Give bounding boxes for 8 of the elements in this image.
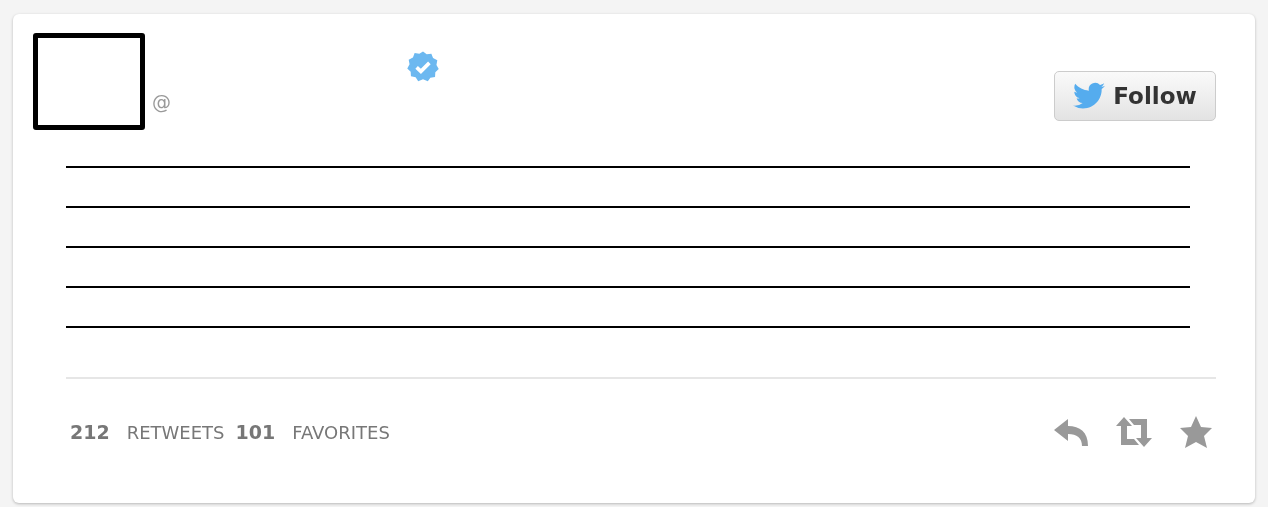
bird-icon — [1073, 82, 1106, 110]
retweet-icon[interactable] — [1114, 415, 1154, 449]
stat-label: FAVORITES — [292, 421, 390, 443]
stat-label: RETWEETS — [126, 421, 225, 443]
stat-count: 101 — [235, 421, 276, 443]
follow-button[interactable]: Follow — [1054, 71, 1216, 121]
user-handle: @ — [152, 91, 171, 113]
stat-count: 212 — [70, 421, 110, 443]
